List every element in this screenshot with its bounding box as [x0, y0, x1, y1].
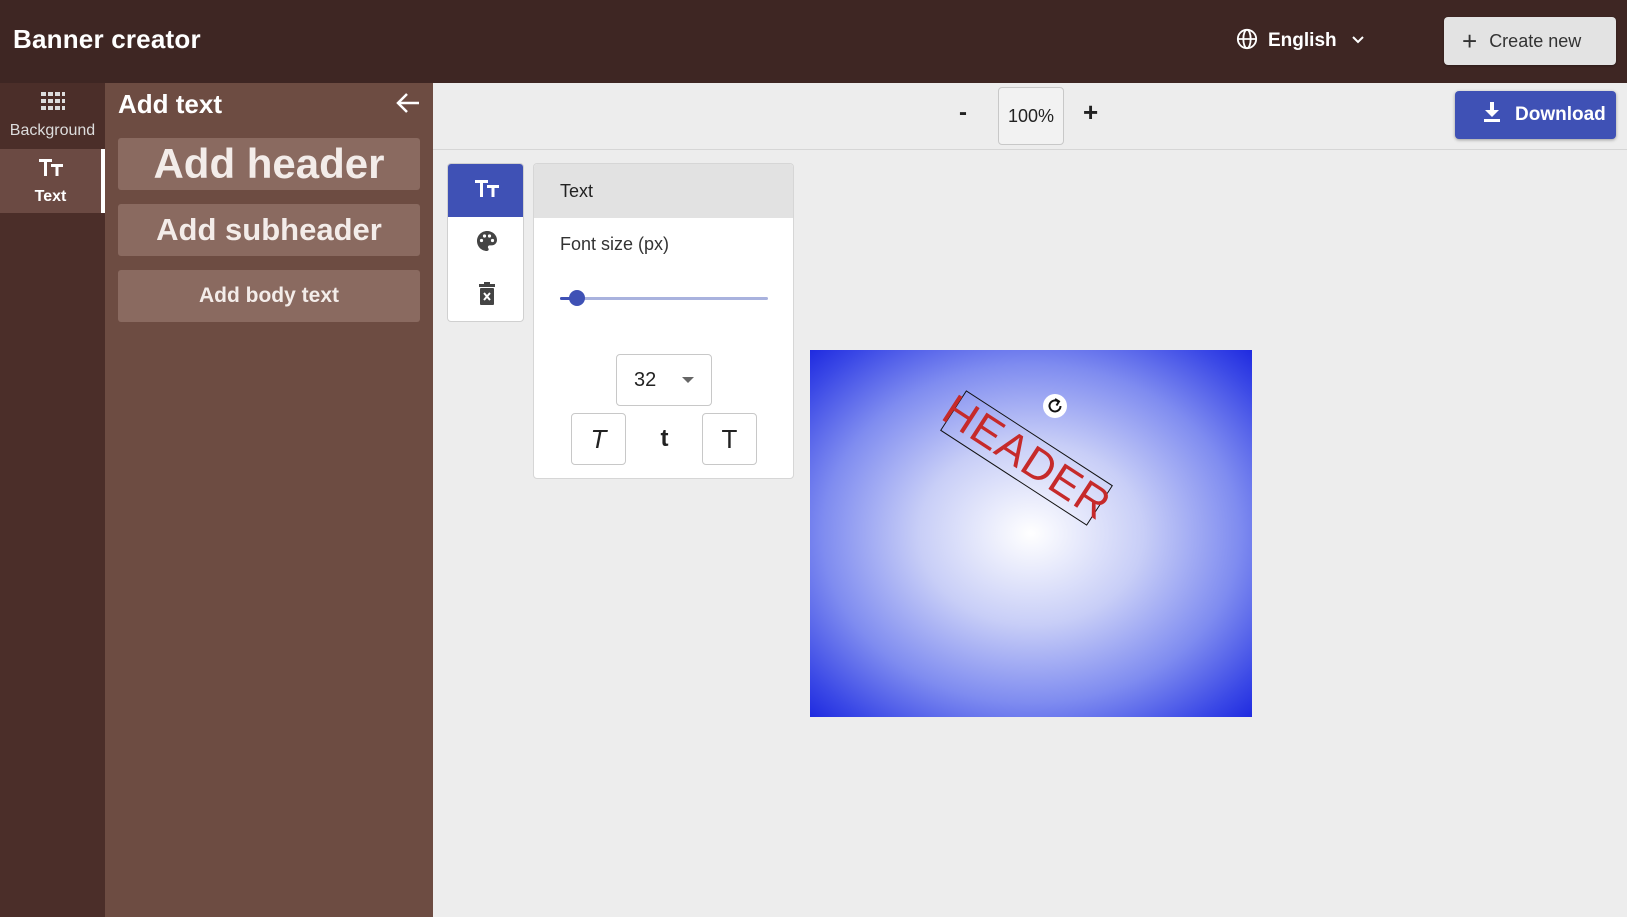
- zoom-level[interactable]: 100%: [998, 87, 1064, 145]
- tab-delete[interactable]: [448, 270, 523, 321]
- italic-button[interactable]: T: [571, 413, 626, 465]
- side-rail: Background Text: [0, 83, 105, 917]
- caret-down-icon: [682, 377, 694, 383]
- create-new-button[interactable]: + Create new: [1444, 17, 1616, 65]
- zoom-toolbar: - 100% + Download: [433, 83, 1627, 150]
- top-bar: Banner creator English + Create new: [0, 0, 1627, 83]
- delete-icon: [478, 282, 496, 311]
- grid-icon: [40, 91, 66, 116]
- add-body-text-button[interactable]: Add body text: [118, 270, 420, 322]
- rotate-icon[interactable]: [1043, 394, 1067, 418]
- download-label: Download: [1515, 104, 1606, 125]
- add-text-panel: Add text Add header Add subheader Add bo…: [105, 83, 433, 917]
- element-tool-tabs: [447, 163, 524, 322]
- zoom-out-button[interactable]: -: [959, 99, 967, 127]
- font-size-value: 32: [634, 368, 657, 391]
- font-size-select[interactable]: 32: [616, 354, 712, 406]
- slider-thumb[interactable]: [568, 290, 585, 306]
- zoom-in-button[interactable]: +: [1083, 97, 1098, 128]
- rail-item-text[interactable]: Text: [0, 149, 105, 213]
- globe-icon: [1236, 28, 1258, 55]
- app-title: Banner creator: [13, 24, 201, 54]
- header-text-element[interactable]: HEADER: [934, 385, 1120, 529]
- text-panel-title: Text: [534, 164, 793, 218]
- font-size-label: Font size (px): [560, 234, 670, 254]
- download-button[interactable]: Download: [1455, 91, 1616, 139]
- create-new-label: Create new: [1489, 30, 1582, 51]
- language-selector[interactable]: English: [1236, 26, 1365, 56]
- text-size-icon: [474, 178, 500, 203]
- panel-title: Add text: [118, 89, 222, 119]
- download-icon: [1483, 102, 1515, 128]
- arrow-left-icon[interactable]: [395, 91, 421, 120]
- add-header-button[interactable]: Add header: [118, 138, 420, 190]
- chevron-down-icon: [1351, 32, 1365, 50]
- rail-item-label: Text: [34, 187, 67, 205]
- lowercase-button[interactable]: t: [637, 413, 692, 465]
- add-subheader-button[interactable]: Add subheader: [118, 204, 420, 256]
- language-label: English: [1268, 30, 1337, 51]
- font-size-slider[interactable]: [560, 290, 768, 306]
- banner-canvas[interactable]: HEADER: [810, 350, 1252, 717]
- text-size-icon: [38, 157, 64, 182]
- palette-icon: [475, 229, 499, 258]
- tab-color[interactable]: [448, 217, 523, 270]
- rail-item-background[interactable]: Background: [0, 83, 105, 147]
- text-settings-panel: Text Font size (px) 32 T t T: [533, 163, 794, 479]
- rail-item-label: Background: [9, 121, 96, 139]
- plus-icon: +: [1462, 26, 1478, 56]
- tab-text[interactable]: [448, 164, 523, 217]
- uppercase-button[interactable]: T: [702, 413, 757, 465]
